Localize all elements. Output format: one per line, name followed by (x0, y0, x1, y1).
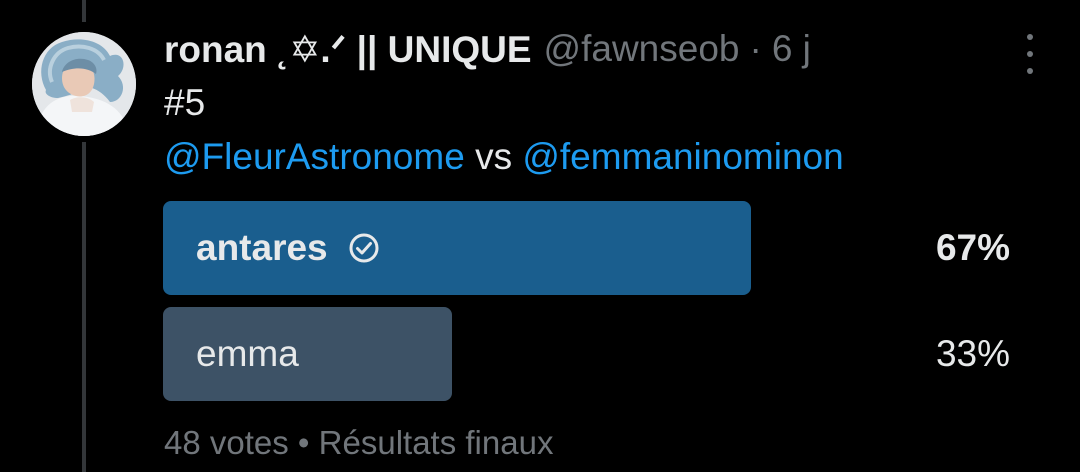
poll-option-percent: 33% (935, 333, 1010, 374)
more-dot (1027, 34, 1033, 40)
user-handle[interactable]: @fawnseob (544, 28, 740, 70)
versus-text: vs (475, 136, 513, 177)
mention-fleurastronome[interactable]: @FleurAstronome (164, 136, 465, 177)
tweet-text-line1: #5 (164, 82, 206, 123)
display-name[interactable]: ronan ˛✡︎.ᐟ || UNIQUE (164, 28, 532, 71)
poll-option-label: antares (196, 201, 380, 295)
more-vertical-icon[interactable] (1016, 34, 1044, 74)
poll-option-text: emma (196, 333, 299, 374)
footer-separator: • (297, 424, 310, 461)
mention-femmaninominon[interactable]: @femmaninominon (522, 136, 843, 177)
poll-option-antares: antares 67% (163, 201, 1010, 295)
avatar-image (32, 32, 136, 136)
thread-line-bottom (82, 142, 86, 472)
poll-option-emma: emma 33% (163, 307, 1010, 401)
poll-status: Résultats finaux (318, 424, 554, 461)
tweet-text-line2: @FleurAstronome vs @femmaninominon (164, 136, 844, 178)
poll-option-text: antares (196, 227, 328, 268)
poll-footer: 48 votes • Résultats finaux (164, 424, 553, 462)
more-dot (1027, 68, 1033, 74)
timestamp[interactable]: 6 j (772, 28, 811, 70)
avatar[interactable] (32, 32, 136, 136)
header-separator: · (749, 28, 762, 69)
thread-line-top (82, 0, 86, 22)
poll-option-percent: 67% (935, 227, 1010, 268)
poll-option-label: emma (196, 307, 299, 401)
more-dot (1027, 51, 1033, 57)
check-circle-icon (348, 232, 380, 264)
tweet-header: ronan ˛✡︎.ᐟ || UNIQUE @fawnseob · 6 j (164, 26, 811, 72)
vote-count: 48 votes (164, 424, 289, 461)
